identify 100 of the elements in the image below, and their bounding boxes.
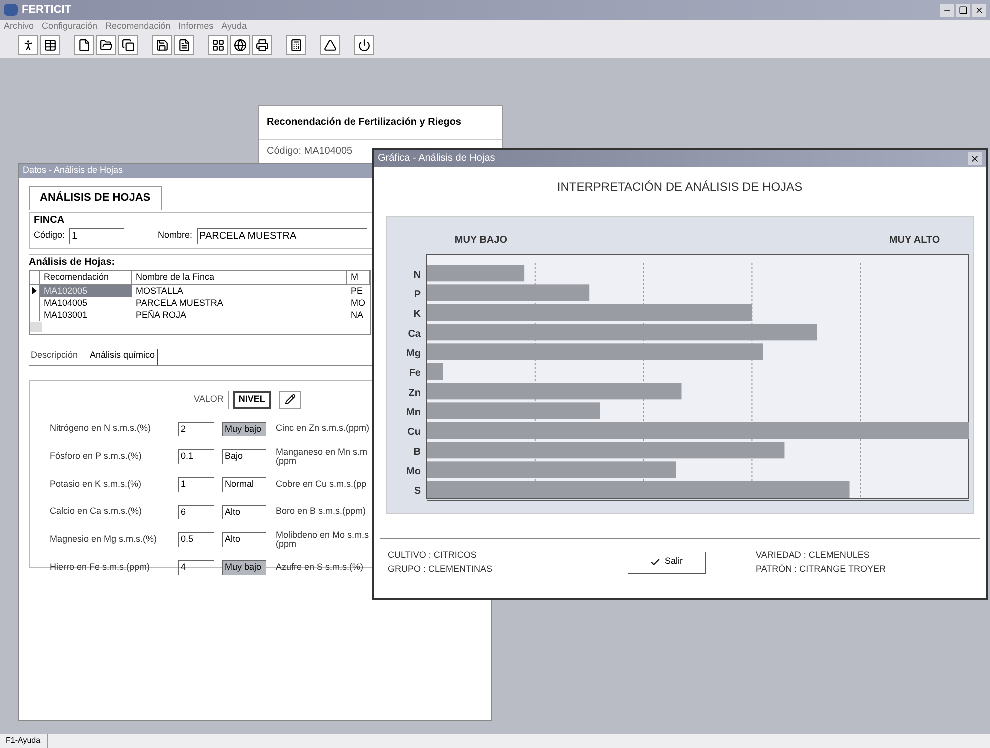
value-field[interactable]: 2 [178, 422, 214, 436]
grid-icon [212, 38, 224, 52]
triangle-icon [324, 38, 336, 52]
field-label: Nitrógeno en N s.m.s.(%) [50, 422, 152, 435]
calculator-icon [290, 38, 302, 52]
category-label: Mg [406, 348, 421, 360]
exit-button[interactable]: Salir [628, 552, 706, 574]
info-text: CULTIVO : CITRICOS [388, 549, 478, 562]
check-icon [650, 556, 661, 568]
level-field: Muy bajo [222, 422, 266, 436]
printer-icon [256, 38, 268, 52]
column-header[interactable]: M [347, 270, 370, 284]
category-label: Cu [408, 427, 421, 438]
maximize-icon [958, 6, 968, 14]
window-title: Gráfica - Análisis de Hojas [378, 152, 496, 166]
level-field: Alto [222, 532, 266, 547]
table-cell-text: MOSTALLA [135, 285, 184, 297]
toolbar-button[interactable] [354, 35, 374, 55]
table-cell-text: PARCELA MUESTRA [135, 297, 224, 309]
menu-item[interactable]: Ayuda [222, 20, 247, 32]
tab[interactable]: Análisis químico [88, 349, 158, 364]
close-button[interactable] [972, 4, 986, 16]
pencil-icon [284, 394, 296, 405]
window-title: Datos - Análisis de Hojas [23, 164, 124, 178]
field-label: Cinc en Zn s.m.s.(ppm) [276, 424, 371, 434]
edit-button[interactable] [279, 390, 302, 408]
field-label: Magnesio en Mg s.m.s.(%) [50, 532, 158, 546]
field-label: Molibdeno en Mo s.m.s (ppm [276, 530, 370, 548]
value-field[interactable]: 4 [178, 560, 214, 574]
field-label: Azufre en S s.m.s.(%) [276, 562, 365, 572]
close-icon [974, 6, 984, 14]
table-cell-text: NA [350, 309, 365, 321]
value-field[interactable]: 0.5 [178, 532, 214, 547]
field-label: Hierro en Fe s.m.s.(ppm) [50, 560, 152, 574]
toolbar-button[interactable] [40, 35, 60, 55]
toolbar-button[interactable] [252, 35, 272, 55]
toolbar-button[interactable] [152, 35, 172, 55]
category-label: K [414, 309, 421, 320]
table-cell-text: MA103001 [43, 309, 89, 321]
menu-item[interactable]: Recomendación [106, 20, 171, 32]
toolbar-button[interactable] [174, 35, 194, 55]
field-label: Potasio en K s.m.s.(%) [50, 478, 143, 491]
value-field[interactable]: 0.1 [178, 449, 214, 464]
level-field: Normal [222, 477, 266, 492]
table-row[interactable]: MA104005 PARCELA MUESTRA MO [30, 297, 370, 309]
category-label: N [414, 270, 421, 281]
toolbar-button[interactable] [230, 35, 250, 55]
category-label: Mo [406, 466, 421, 478]
globe-icon [234, 38, 246, 52]
field-label: Calcio en Ca s.m.s.(%) [50, 505, 144, 518]
save-icon [156, 38, 168, 52]
level-field: Bajo [222, 449, 266, 464]
column-header[interactable]: Recomendación [40, 270, 132, 284]
table-cell: MA102005 [40, 285, 132, 297]
code-label: Código: MA104005 [266, 145, 354, 159]
toolbar-button[interactable] [118, 35, 138, 55]
minimize-button[interactable] [940, 4, 954, 16]
category-label: Mn [406, 408, 421, 418]
document-icon [178, 38, 190, 52]
value-field[interactable]: 1 [178, 477, 214, 492]
new-file-icon [78, 38, 90, 52]
toolbar-button[interactable] [286, 35, 306, 55]
column-header[interactable]: Nombre de la Finca [132, 270, 347, 284]
table-row[interactable]: MA103001 PEÑA ROJA NA [30, 309, 370, 321]
toolbar-button[interactable] [18, 35, 38, 55]
column-button[interactable]: NIVEL [232, 390, 272, 408]
info-text: PATRÓN : CITRANGE TROYER [756, 562, 886, 576]
toolbar-button[interactable] [208, 35, 228, 55]
menu-item[interactable]: Archivo [4, 20, 34, 32]
value-field[interactable]: 6 [178, 504, 214, 519]
header-tab[interactable]: ANÁLISIS DE HOJAS [29, 186, 162, 210]
code-field[interactable]: 1 [69, 228, 124, 244]
close-button[interactable] [968, 152, 982, 165]
group-legend: FINCA [34, 212, 476, 228]
power-icon [358, 38, 370, 52]
category-label: P [414, 290, 421, 300]
bar [427, 363, 444, 380]
window-title: FERTICIT [22, 2, 72, 18]
tab[interactable]: Descripción [29, 349, 80, 364]
toolbar-button[interactable] [74, 35, 94, 55]
copy-icon [122, 38, 134, 52]
menu-item[interactable]: Informes [178, 20, 214, 32]
name-field[interactable]: PARCELA MUESTRA [196, 228, 367, 244]
category-label: B [414, 446, 421, 458]
close-icon [970, 154, 980, 164]
chart-heading: INTERPRETACIÓN DE ANÁLISIS DE HOJAS [556, 179, 804, 196]
category-label: Ca [408, 328, 421, 340]
table-row[interactable]: MA102005 MOSTALLA PE [30, 285, 370, 297]
table-cell-text: PE [350, 285, 364, 297]
field-label: Manganeso en Mn s.m (ppm [276, 448, 369, 466]
folder-icon [100, 38, 112, 52]
panel-title: Reconendación de Fertilización y Riegos [259, 106, 502, 140]
category-label: Fe [409, 368, 421, 380]
level-label: MUY ALTO [889, 235, 940, 246]
column-button[interactable]: VALOR [190, 390, 229, 408]
toolbar-button[interactable] [96, 35, 116, 55]
menu-item[interactable]: Configuración [42, 20, 98, 32]
status-bar-text: F1-Ayuda [0, 734, 48, 748]
toolbar-button[interactable] [320, 35, 340, 55]
maximize-button[interactable] [956, 4, 970, 16]
